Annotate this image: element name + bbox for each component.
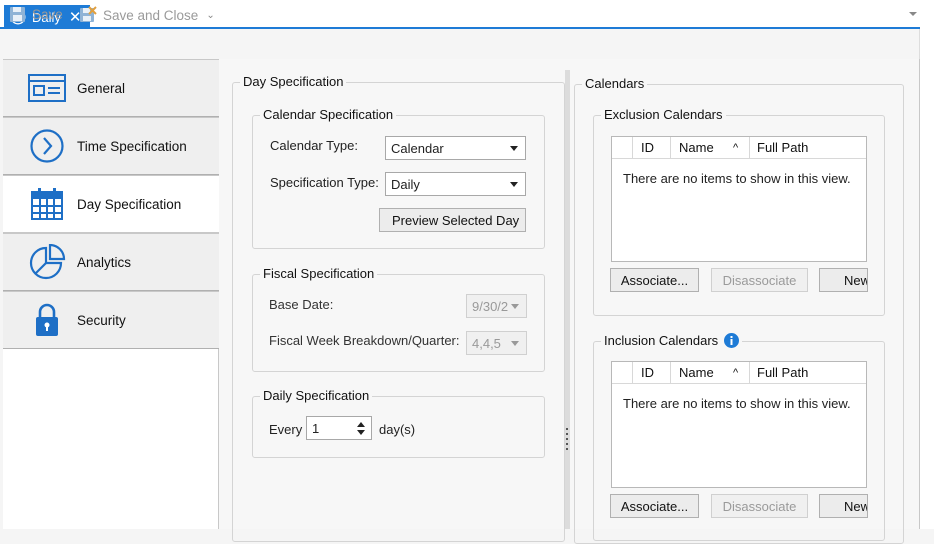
disassociate-inclusion-button[interactable]: Disassociate [711,494,808,518]
preview-selected-day-button[interactable]: Preview Selected Day [379,208,526,232]
chevron-down-icon [510,146,518,151]
base-date-value: 9/30/2 [472,298,509,314]
inclusion-calendars-title-wrap: Inclusion Calendars [601,333,743,348]
every-label: Every [269,422,303,437]
calendar-icon [31,188,63,220]
sidebar-item-label: Time Specification [77,138,187,154]
sidebar-item-analytics[interactable]: Analytics [3,233,219,291]
column-full-path[interactable]: Full Path [757,140,808,155]
new-label: New [844,272,868,288]
specification-type-label: Specification Type: [270,175,379,190]
fiscal-specification-title: Fiscal Specification [260,266,378,281]
every-days-stepper[interactable]: 1 [306,416,372,440]
exclusion-calendars-title: Exclusion Calendars [601,107,726,122]
more-options-icon[interactable]: ⌄ [206,10,214,21]
fiscal-week-breakdown-label: Fiscal Week Breakdown/Quarter: [269,333,460,348]
empty-grid-message: There are no items to show in this view. [623,396,851,411]
sidebar-item-security[interactable]: Security [3,291,219,349]
info-icon[interactable] [724,333,740,348]
chevron-down-icon [511,341,519,346]
sidebar-item-time-specification[interactable]: Time Specification [3,117,219,175]
new-inclusion-button[interactable]: New [819,494,868,518]
clock-icon [30,129,64,163]
days-unit-label: day(s) [379,422,416,437]
new-exclusion-button[interactable]: New [819,268,868,292]
save-and-close-label: Save and Close [103,7,199,23]
every-days-value: 1 [312,420,320,436]
general-form-icon [28,74,66,102]
decrement-icon[interactable] [357,430,365,435]
preview-button-label: Preview Selected Day [392,212,520,228]
toolbar [0,29,920,59]
tab-list-dropdown-icon[interactable] [908,10,918,18]
calendar-type-select[interactable]: Calendar [385,136,526,160]
calendar-type-value: Calendar [391,140,444,156]
daily-specification-title: Daily Specification [260,388,373,403]
fiscal-specification-group: Fiscal Specification [252,266,545,372]
disassociate-label: Disassociate [722,498,797,514]
sidebar: General Time Specification Day Specifica… [3,59,219,529]
window-edge [920,29,934,529]
inclusion-calendars-title: Inclusion Calendars [604,333,719,348]
lock-icon [36,303,58,336]
column-name[interactable]: Name [679,140,714,155]
sidebar-item-label: General [77,80,126,96]
save-button[interactable]: Save [9,6,63,23]
calendars-title: Calendars [582,76,648,91]
specification-type-select[interactable]: Daily [385,172,526,196]
pie-chart-icon [29,244,66,280]
sidebar-item-general[interactable]: General [3,59,219,117]
sidebar-item-day-specification[interactable]: Day Specification [3,175,219,233]
sidebar-item-label: Analytics [77,254,132,270]
chevron-down-icon [511,304,519,309]
save-and-close-button[interactable]: Save and Close ⌄ [79,6,215,24]
calendar-specification-title: Calendar Specification [260,107,397,122]
associate-exclusion-button[interactable]: Associate... [610,268,699,292]
grid-header: ID Name ^ Full Path [612,362,866,384]
save-label: Save [32,7,63,22]
sort-ascending-icon: ^ [733,142,739,154]
day-specification-title: Day Specification [240,74,347,89]
increment-icon[interactable] [357,422,365,427]
exclusion-calendars-grid[interactable]: ID Name ^ Full Path There are no items t… [611,136,867,262]
new-label: New [844,498,868,514]
floppy-disk-icon [10,7,25,22]
inclusion-calendars-grid[interactable]: ID Name ^ Full Path There are no items t… [611,361,867,488]
column-full-path[interactable]: Full Path [757,365,808,380]
column-id[interactable]: ID [641,365,654,380]
fiscal-week-breakdown-select[interactable]: 4,4,5 [466,331,527,355]
disassociate-exclusion-button[interactable]: Disassociate [711,268,808,292]
panel-splitter[interactable] [565,70,570,529]
base-date-label: Base Date: [269,297,334,312]
sort-ascending-icon: ^ [733,367,739,379]
grid-header: ID Name ^ Full Path [612,137,866,159]
chevron-down-icon [510,182,518,187]
empty-grid-message: There are no items to show in this view. [623,171,851,186]
sidebar-item-label: Security [77,312,126,328]
associate-inclusion-button[interactable]: Associate... [610,494,699,518]
save-close-icon [80,6,97,22]
disassociate-label: Disassociate [722,272,797,288]
base-date-picker[interactable]: 9/30/2 [466,294,527,318]
associate-label: Associate... [620,498,689,514]
calendar-type-label: Calendar Type: [270,138,358,153]
column-name[interactable]: Name [679,365,714,380]
associate-label: Associate... [620,272,689,288]
specification-type-value: Daily [391,176,420,192]
sidebar-item-label: Day Specification [77,196,182,212]
column-id[interactable]: ID [641,140,654,155]
fiscal-week-breakdown-value: 4,4,5 [472,335,501,351]
